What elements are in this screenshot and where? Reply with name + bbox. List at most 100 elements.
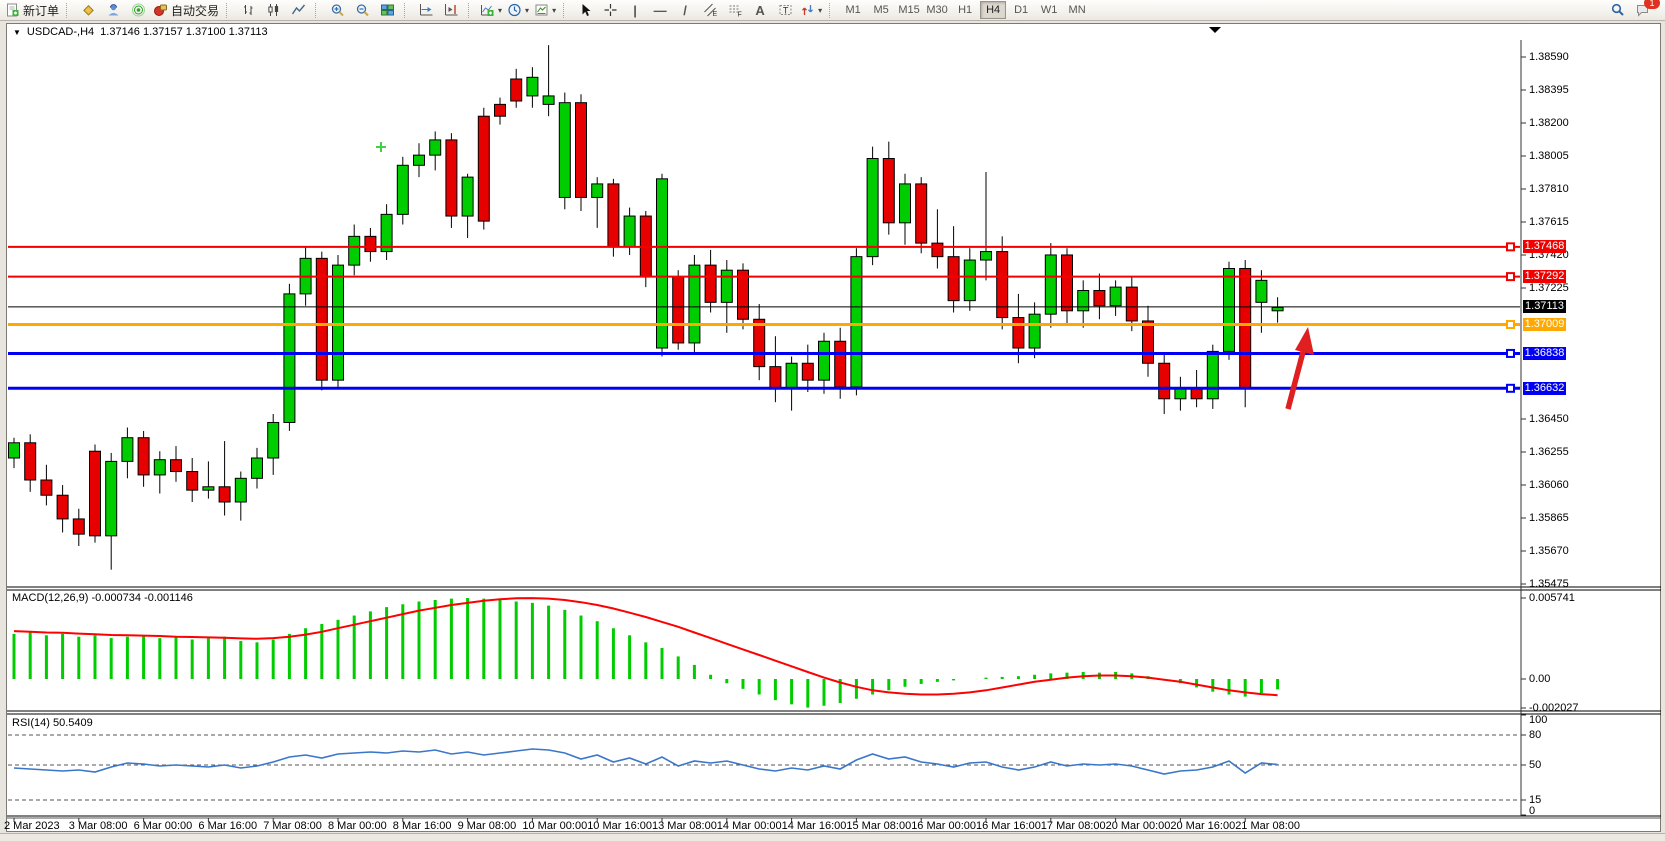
- line-chart-button[interactable]: [286, 1, 310, 19]
- timeframe-M30[interactable]: M30: [924, 1, 950, 19]
- ohlc-bars-icon: [241, 3, 256, 17]
- price-tick-label: 1.38005: [1529, 150, 1569, 162]
- template-icon: [534, 3, 549, 17]
- chart-quotes: 1.37146 1.37157 1.37100 1.37113: [100, 26, 267, 38]
- timeframe-MN[interactable]: MN: [1064, 1, 1090, 19]
- text-label-button[interactable]: T: [773, 1, 797, 19]
- macd-tick-label: -0.002027: [1529, 702, 1579, 714]
- current-price-tag: 1.37113: [1523, 300, 1566, 313]
- fibonacci-icon: F: [728, 3, 743, 17]
- time-axis-label: 7 Mar 08:00: [263, 820, 322, 832]
- price-tick-label: 1.35865: [1529, 512, 1569, 524]
- time-axis-label: 16 Mar 00:00: [911, 820, 976, 832]
- metaeditor-button[interactable]: [76, 1, 100, 19]
- rsi-value: 50.5409: [53, 717, 93, 729]
- zoom-out-icon: [355, 3, 370, 17]
- notifications-button[interactable]: 1: [1630, 1, 1654, 19]
- vertical-line-button[interactable]: |: [623, 1, 647, 19]
- channel-icon: E: [703, 3, 718, 17]
- price-tick-label: 1.36450: [1529, 413, 1569, 425]
- auto-scroll-icon: [419, 3, 434, 17]
- time-axis-label: 15 Mar 08:00: [846, 820, 911, 832]
- horizontal-line-button[interactable]: —: [648, 1, 672, 19]
- timeframe-H4[interactable]: H4: [980, 1, 1006, 19]
- toolbar-separator: [404, 3, 409, 18]
- time-axis-label: 13 Mar 08:00: [652, 820, 717, 832]
- svg-text:E: E: [712, 11, 717, 17]
- level-tag: 1.36838: [1523, 347, 1566, 360]
- indicators-button[interactable]: ▾: [478, 1, 504, 19]
- timeframe-D1[interactable]: D1: [1008, 1, 1034, 19]
- text-label-icon: T: [778, 3, 793, 17]
- person-headset-icon: [106, 3, 121, 17]
- collapse-icon[interactable]: ▼: [13, 28, 21, 37]
- time-axis-label: 20 Mar 00:00: [1106, 820, 1171, 832]
- timeframe-M5[interactable]: M5: [868, 1, 894, 19]
- templates-button[interactable]: ▾: [532, 1, 558, 19]
- zo om-out-button[interactable]: [350, 1, 374, 19]
- candles-layer[interactable]: [9, 45, 1284, 570]
- bar-chart-button[interactable]: [236, 1, 260, 19]
- level-tag: 1.37292: [1523, 270, 1566, 283]
- rsi-tick-label: 100: [1529, 714, 1547, 726]
- search-icon: [1610, 3, 1625, 17]
- macd-values: -0.000734 -0.001146: [91, 592, 192, 604]
- channel-button[interactable]: E: [698, 1, 722, 19]
- candlestick-chart-button[interactable]: [261, 1, 285, 19]
- crosshair-button[interactable]: [598, 1, 622, 19]
- timeframe-H1[interactable]: H1: [952, 1, 978, 19]
- rsi-tick-label: 0: [1529, 805, 1535, 817]
- cursor-icon: [578, 3, 593, 17]
- macd-tick-label: 0.00: [1529, 673, 1550, 685]
- trade-direction-arrowhead[interactable]: [1295, 327, 1314, 355]
- zoom-in-icon: [330, 3, 345, 17]
- time-axis-label: 8 Mar 00:00: [328, 820, 387, 832]
- level-tag: 1.37468: [1523, 240, 1566, 253]
- time-axis-label: 10 Mar 16:00: [587, 820, 652, 832]
- timeframe-M15[interactable]: M15: [896, 1, 922, 19]
- search-button[interactable]: [1605, 1, 1629, 19]
- level-handle[interactable]: [1507, 321, 1514, 328]
- level-tag: 1.36632: [1523, 382, 1566, 395]
- level-handle[interactable]: [1507, 385, 1514, 392]
- support-button[interactable]: [101, 1, 125, 19]
- auto-scroll-button[interactable]: [414, 1, 438, 19]
- svg-text:T: T: [782, 5, 788, 15]
- broadcast-button[interactable]: [126, 1, 150, 19]
- notification-badge: 1: [1644, 0, 1660, 9]
- price-tick-label: 1.36255: [1529, 446, 1569, 458]
- new-order-button[interactable]: 新订单: [3, 1, 61, 19]
- time-axis-label: 2 Mar 2023: [4, 820, 60, 832]
- timeframe-M1[interactable]: M1: [840, 1, 866, 19]
- time-axis-label: 6 Mar 16:00: [198, 820, 257, 832]
- dropdown-caret-icon: ▾: [818, 6, 822, 15]
- macd-histogram: [14, 598, 1278, 708]
- periods-button[interactable]: ▾: [505, 1, 531, 19]
- trade-direction-arrow[interactable]: [1288, 352, 1303, 409]
- autotrading-icon: [153, 3, 168, 17]
- price-tick-label: 1.35670: [1529, 545, 1569, 557]
- autotrading-button[interactable]: 自动交易: [151, 1, 221, 19]
- cursor-button[interactable]: [573, 1, 597, 19]
- level-handle[interactable]: [1507, 350, 1514, 357]
- level-handle[interactable]: [1507, 273, 1514, 280]
- timeframe-W1[interactable]: W1: [1036, 1, 1062, 19]
- plus-marker[interactable]: [376, 142, 386, 152]
- level-handle[interactable]: [1507, 243, 1514, 250]
- svg-text:F: F: [737, 12, 741, 18]
- zoom-in-button[interactable]: [325, 1, 349, 19]
- text-icon: A: [755, 3, 764, 18]
- tile-windows-button[interactable]: [375, 1, 399, 19]
- price-tick-label: 1.36060: [1529, 479, 1569, 491]
- level-tag: 1.37009: [1523, 318, 1566, 331]
- chart-canvas[interactable]: [0, 0, 1665, 840]
- fibonacci-button[interactable]: F: [723, 1, 747, 19]
- arrows-button[interactable]: ▾: [798, 1, 824, 19]
- text-button[interactable]: A: [748, 1, 772, 19]
- trendline-button[interactable]: /: [673, 1, 697, 19]
- chart-shift-button[interactable]: [439, 1, 463, 19]
- price-tick-label: 1.35475: [1529, 578, 1569, 590]
- dropdown-caret-icon: ▾: [525, 6, 529, 15]
- price-tick-label: 1.37225: [1529, 282, 1569, 294]
- chart-shift-marker-icon[interactable]: [1209, 27, 1221, 33]
